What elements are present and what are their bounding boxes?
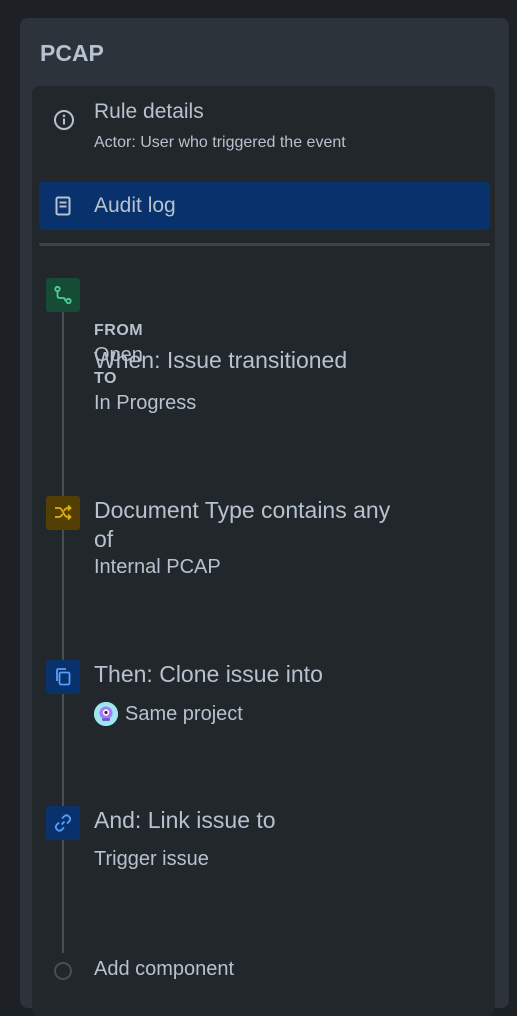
link-value: Trigger issue [94,848,209,870]
divider [39,243,490,246]
clone-target: Same project [125,703,243,725]
rule-panel: PCAP Rule details Actor: User who trigge… [20,18,509,1016]
condition-title-line2: of [94,526,114,552]
project-avatar-icon [94,702,118,726]
link-icon [46,806,80,840]
clone-title: Then: Clone issue into [94,661,323,687]
condition-value: Internal PCAP [94,556,221,578]
info-icon [48,104,80,136]
document-icon [47,190,79,222]
copy-icon [46,660,80,694]
rule-outline: Rule details Actor: User who triggered t… [32,86,495,1016]
add-circle-icon [54,962,72,980]
transition-icon [46,278,80,312]
audit-log-item[interactable]: Audit log [39,182,490,230]
from-value: Open [94,344,143,366]
rule-details-title: Rule details [94,100,204,123]
panel-title: PCAP [40,40,104,66]
add-component-label: Add component [94,958,235,980]
shuffle-icon [46,496,80,530]
to-value: In Progress [94,392,197,414]
from-label: FROM [94,322,144,339]
to-label: TO [94,370,117,387]
rule-details-item[interactable]: Rule details Actor: User who triggered t… [32,86,495,158]
link-title: And: Link issue to [94,807,276,833]
timeline-line [62,291,64,953]
rule-details-subtitle: Actor: User who triggered the event [94,134,346,151]
audit-log-label: Audit log [94,194,176,217]
condition-title-line1: Document Type contains any [94,497,391,523]
